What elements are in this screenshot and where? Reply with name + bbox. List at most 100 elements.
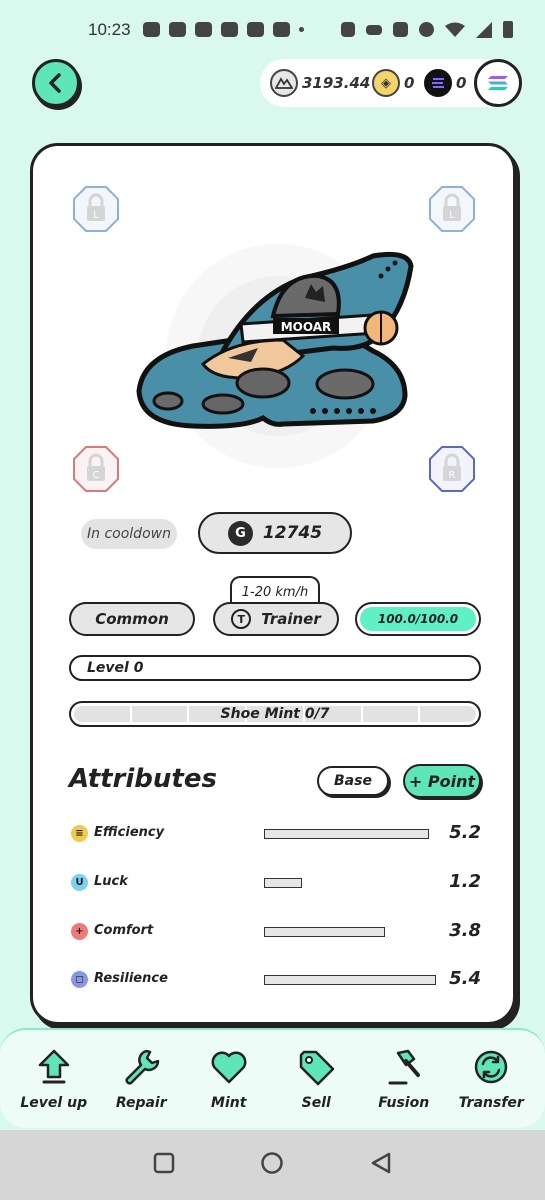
- arrow-up-icon: [38, 1049, 69, 1084]
- circle-icon: [261, 1152, 284, 1174]
- nfc-icon: [341, 22, 355, 37]
- repair-label: Repair: [115, 1095, 167, 1111]
- notification-app-icon: [143, 22, 160, 37]
- shoe-mint-bar: Shoe Mint 0/7: [69, 701, 481, 727]
- discord-icon: [273, 22, 290, 37]
- attribute-name: Resilience: [94, 971, 168, 986]
- type-label: Trainer: [261, 610, 321, 628]
- g-value: 0: [404, 74, 415, 92]
- attribute-value: 5.4: [449, 968, 481, 989]
- transfer-label: Transfer: [458, 1095, 524, 1111]
- resilience-icon: ◻: [71, 971, 88, 988]
- attribute-row-efficiency: ≡ Efficiency 5.2: [69, 822, 481, 846]
- dnd-icon: [419, 22, 434, 37]
- action-bar: Level up Repair Mint Sell Fusion Transfe…: [0, 1028, 545, 1128]
- signal-icon: [476, 21, 492, 38]
- system-navigation-bar: [0, 1130, 545, 1200]
- attribute-value: 5.2: [449, 822, 481, 843]
- base-button[interactable]: Base: [317, 766, 389, 796]
- svg-text:L: L: [449, 210, 455, 221]
- sell-button[interactable]: Sell: [276, 1047, 356, 1111]
- mint-button[interactable]: Mint: [189, 1047, 269, 1111]
- gmt-coin-icon: [270, 69, 298, 97]
- discord-icon: [221, 22, 238, 37]
- back-button[interactable]: [32, 59, 80, 107]
- lock-icon: L: [73, 186, 119, 232]
- tag-icon: [300, 1050, 335, 1086]
- fusion-label: Fusion: [378, 1095, 430, 1111]
- discord-icon: [169, 22, 186, 37]
- status-time: 10:23: [88, 20, 131, 39]
- svg-text:MOOAR: MOOAR: [281, 320, 332, 334]
- gem-slot-bottom-left[interactable]: C: [71, 444, 121, 494]
- svg-text:C: C: [93, 470, 100, 481]
- transfer-button[interactable]: Transfer: [451, 1047, 531, 1111]
- lock-icon: R: [429, 446, 475, 492]
- more-notifications-icon: [299, 27, 304, 32]
- cooldown-status: In cooldown: [81, 519, 177, 549]
- level-up-button[interactable]: Level up: [14, 1047, 94, 1111]
- discord-icon: [195, 22, 212, 37]
- g-coin-icon: ◈: [372, 69, 400, 97]
- gem-slot-top-left[interactable]: L: [71, 184, 121, 234]
- gmt-value: 3193.44: [302, 74, 371, 92]
- attribute-name: Efficiency: [94, 825, 165, 840]
- system-icons: [341, 21, 513, 38]
- attribute-name: Comfort: [94, 923, 154, 938]
- chevron-left-icon: [49, 73, 61, 93]
- attribute-bar: [264, 927, 385, 937]
- attribute-bar: [264, 878, 302, 888]
- sell-label: Sell: [301, 1095, 331, 1111]
- wrench-icon: [125, 1049, 160, 1085]
- lock-icon: C: [73, 446, 119, 492]
- g-currency-icon: G: [227, 520, 253, 546]
- add-point-button[interactable]: + Point: [403, 764, 481, 798]
- comfort-icon: +: [71, 923, 88, 940]
- gem-slot-bottom-right[interactable]: R: [427, 444, 477, 494]
- solana-icon: [488, 76, 508, 90]
- solana-coin-icon: [424, 69, 452, 97]
- attribute-row-resilience: ◻ Resilience 5.4: [69, 968, 481, 992]
- attribute-row-luck: U Luck 1.2: [69, 871, 481, 895]
- level-bar: Level 0: [69, 655, 481, 681]
- fusion-button[interactable]: Fusion: [364, 1047, 444, 1111]
- attribute-bar: [264, 829, 429, 839]
- attribute-bar: [264, 975, 436, 985]
- recents-button[interactable]: [153, 1152, 175, 1178]
- back-nav-button[interactable]: [370, 1152, 392, 1178]
- sneaker-image: MOOAR: [133, 236, 423, 496]
- gem-slot-top-right[interactable]: L: [427, 184, 477, 234]
- durability-bar: 100.0/100.0: [355, 602, 481, 636]
- efficiency-icon: ≡: [71, 825, 88, 842]
- lock-icon: L: [429, 186, 475, 232]
- mint-label: Mint: [211, 1095, 247, 1111]
- heart-icon: [211, 1051, 247, 1084]
- attributes-title: Attributes: [69, 764, 217, 794]
- volte-icon: [393, 22, 408, 37]
- status-bar: 10:23: [0, 0, 545, 60]
- transfer-icon: [475, 1050, 508, 1084]
- svg-text:R: R: [449, 470, 456, 481]
- sol-balance: 0: [424, 69, 466, 97]
- discord-icon: [247, 22, 264, 37]
- attribute-value: 1.2: [449, 871, 481, 892]
- durability-fill: 100.0/100.0: [360, 607, 476, 631]
- gmt-balance: 3193.44: [270, 69, 370, 97]
- type-badge: T Trainer: [213, 602, 339, 636]
- chain-switch-button[interactable]: [474, 59, 522, 107]
- shoe-mint-label: Shoe Mint 0/7: [220, 706, 330, 722]
- triangle-back-icon: [371, 1152, 391, 1174]
- home-button[interactable]: [260, 1151, 284, 1179]
- attribute-row-comfort: + Comfort 3.8: [69, 920, 481, 944]
- rarity-badge: Common: [69, 602, 195, 636]
- sol-value: 0: [456, 74, 467, 92]
- trainer-icon: T: [231, 609, 252, 629]
- repair-button[interactable]: Repair: [101, 1047, 181, 1111]
- price-display: G 12745: [198, 512, 352, 554]
- balances-bar: 3193.44 ◈ 0 0: [260, 59, 522, 107]
- luck-icon: U: [71, 874, 88, 891]
- svg-text:L: L: [93, 210, 99, 221]
- level-up-label: Level up: [20, 1095, 88, 1111]
- hammer-icon: [388, 1049, 420, 1085]
- battery-icon: [503, 21, 513, 38]
